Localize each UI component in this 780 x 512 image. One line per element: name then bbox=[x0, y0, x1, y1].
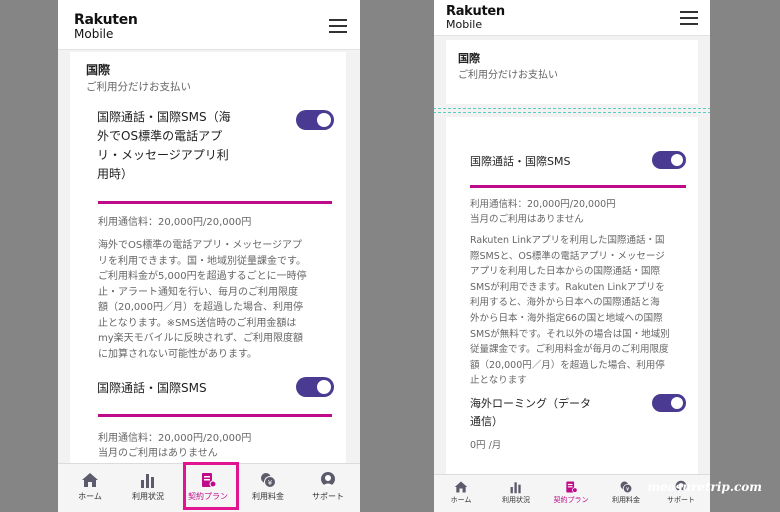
usage-bar bbox=[98, 414, 332, 417]
home-icon bbox=[454, 481, 468, 493]
nav-label: ホーム bbox=[78, 492, 102, 501]
description-line: 従量課金です。ご利用料金が毎月のご利用限度 bbox=[470, 344, 669, 356]
option-description: 海外でOS標準の電話アプリ・メッセージアプ リを利用できます。国・地域別従量課金… bbox=[98, 238, 307, 362]
option-title-line: 用時） bbox=[97, 167, 134, 181]
option-title-roaming: 海外ローミング（データ 通信） bbox=[470, 395, 591, 431]
description-line: ご利用料金が5,000円を超過するごとに一時停 bbox=[98, 271, 307, 282]
option-title-line: リ・メッセージアプリ利 bbox=[97, 148, 229, 162]
nav-label: 利用料金 bbox=[612, 496, 640, 504]
home-icon bbox=[82, 473, 98, 487]
section-subtitle: ご利用分だけお支払い bbox=[86, 81, 191, 93]
phone-screen-right: Rakuten Mobile 国際 ご利用分だけお支払い 国際通話・国際SMS … bbox=[434, 0, 710, 512]
toggle-roaming[interactable] bbox=[652, 394, 686, 412]
background-left bbox=[0, 0, 58, 512]
nav-usage[interactable]: 利用状況 bbox=[489, 475, 543, 505]
toggle-intl-sms[interactable] bbox=[652, 151, 686, 169]
usage-bar bbox=[470, 185, 686, 188]
option-title-line: 通信） bbox=[470, 415, 503, 428]
description-line: 止・アラート通知を行い、毎月のご利用限度 bbox=[98, 286, 298, 298]
hamburger-menu-icon[interactable] bbox=[680, 11, 698, 25]
nav-label: ホーム bbox=[450, 496, 472, 504]
roaming-value: 0円 /月 bbox=[470, 440, 502, 451]
screenshot-seam bbox=[434, 108, 710, 113]
logo-rakuten[interactable]: Rakuten bbox=[74, 12, 138, 28]
background-right bbox=[710, 0, 780, 512]
description-line: 利用すると、海外から日本への国際通話と海 bbox=[470, 297, 660, 309]
nav-label: 利用状況 bbox=[132, 492, 164, 501]
nav-support[interactable]: サポート bbox=[300, 464, 356, 502]
description-line: 海外でOS標準の電話アプリ・メッセージアプ bbox=[98, 240, 303, 251]
logo-mobile[interactable]: Mobile bbox=[74, 27, 113, 41]
svg-text:¥: ¥ bbox=[268, 479, 273, 487]
nav-billing[interactable]: ¥ 利用料金 bbox=[240, 464, 296, 502]
description-line: に加算されない可能性があります。 bbox=[98, 348, 257, 360]
app-header: Rakuten Mobile bbox=[58, 0, 360, 50]
nav-contract-plan[interactable]: 契約プラン bbox=[544, 475, 598, 505]
svg-text:¥: ¥ bbox=[626, 487, 630, 493]
option-title-line: 国際通話・国際SMS（海 bbox=[97, 110, 231, 124]
description-line: 額（20,000円／月）を超過した場合、利用停 bbox=[470, 359, 665, 371]
usage-bar bbox=[98, 201, 332, 204]
description-line: アプリを利用した日本からの国際通話・国際 bbox=[470, 266, 661, 278]
background-divider bbox=[360, 0, 434, 512]
nav-home[interactable]: ホーム bbox=[62, 464, 118, 502]
highlight-box bbox=[183, 462, 239, 510]
billing-yen-icon: ¥ bbox=[261, 473, 276, 488]
usage-text: 利用通信料：20,000円/20,000円 bbox=[98, 217, 252, 228]
international-card-header: 国際 ご利用分だけお支払い bbox=[446, 40, 698, 104]
description-line: SMSが利用できます。Rakuten Linkアプリを bbox=[470, 281, 665, 293]
international-card: 国際 ご利用分だけお支払い 国際通話・国際SMS（海 外でOS標準の電話アプ リ… bbox=[70, 52, 346, 464]
usage-note: 当月のご利用はありません bbox=[98, 448, 218, 459]
usage-text: 利用通信料：20,000円/20,000円 bbox=[470, 199, 616, 210]
description-line: 止となります bbox=[470, 375, 527, 387]
toggle-intl-sms[interactable] bbox=[296, 377, 334, 397]
phone-screen-left: Rakuten Mobile 国際 ご利用分だけお支払い 国際通話・国際SMS（… bbox=[58, 0, 360, 512]
nav-label: サポート bbox=[312, 492, 344, 501]
nav-home[interactable]: ホーム bbox=[434, 475, 488, 505]
section-title: 国際 bbox=[86, 63, 111, 77]
description-line: SMSが無料です。それ以外の場合は国・地域別 bbox=[470, 328, 670, 340]
description-line: Rakuten Linkアプリを利用した国際通話・国 bbox=[470, 235, 665, 246]
watermark: measuretrip.com bbox=[647, 480, 762, 494]
description-line: 止となります。※SMS送信時のご利用金額は bbox=[98, 317, 297, 329]
nav-usage[interactable]: 利用状況 bbox=[120, 464, 176, 502]
app-header: Rakuten Mobile bbox=[434, 0, 710, 36]
section-title: 国際 bbox=[458, 52, 480, 65]
billing-yen-icon: ¥ bbox=[620, 481, 633, 494]
nav-billing[interactable]: ¥ 利用料金 bbox=[599, 475, 653, 505]
logo-mobile[interactable]: Mobile bbox=[446, 18, 482, 31]
nav-label: サポート bbox=[667, 496, 695, 504]
support-person-icon bbox=[321, 472, 335, 486]
description-line: my楽天モバイルに反映されず、ご利用限度額 bbox=[98, 333, 303, 344]
usage-chart-icon bbox=[141, 474, 154, 488]
section-subtitle: ご利用分だけお支払い bbox=[458, 70, 558, 81]
option-title-intl-sms: 国際通話・国際SMS bbox=[97, 381, 207, 395]
usage-note: 当月のご利用はありません bbox=[470, 214, 584, 225]
nav-label: 利用料金 bbox=[252, 492, 284, 501]
option-title-line: 海外ローミング（データ bbox=[470, 397, 591, 410]
toggle-intl-os[interactable] bbox=[296, 110, 334, 130]
contract-plan-icon bbox=[566, 481, 578, 493]
hamburger-menu-icon[interactable] bbox=[329, 19, 347, 33]
logo-rakuten[interactable]: Rakuten bbox=[446, 4, 505, 19]
option-title-line: 外でOS標準の電話アプ bbox=[97, 129, 223, 143]
nav-label: 契約プラン bbox=[553, 496, 589, 504]
option-title-intl-os: 国際通話・国際SMS（海 外でOS標準の電話アプ リ・メッセージアプリ利 用時） bbox=[97, 108, 231, 184]
description-line: 額（20,000円／月）を超過した場合、利用停 bbox=[98, 302, 303, 313]
description-line: 際SMSと、OS標準の電話アプリ・メッセージ bbox=[470, 250, 665, 262]
nav-label: 利用状況 bbox=[502, 496, 530, 504]
option-title-intl-sms: 国際通話・国際SMS bbox=[470, 155, 571, 168]
description-line: 外から日本・海外指定66の国と地域への国際 bbox=[470, 312, 663, 324]
option-description: Rakuten Linkアプリを利用した国際通話・国 際SMSと、OS標準の電話… bbox=[470, 233, 670, 389]
usage-text: 利用通信料：20,000円/20,000円 bbox=[98, 433, 252, 444]
description-line: リを利用できます。国・地域別従量課金です。 bbox=[98, 255, 306, 267]
international-card: 国際通話・国際SMS 利用通信料：20,000円/20,000円 当月のご利用は… bbox=[446, 117, 698, 477]
usage-chart-icon bbox=[510, 482, 521, 494]
